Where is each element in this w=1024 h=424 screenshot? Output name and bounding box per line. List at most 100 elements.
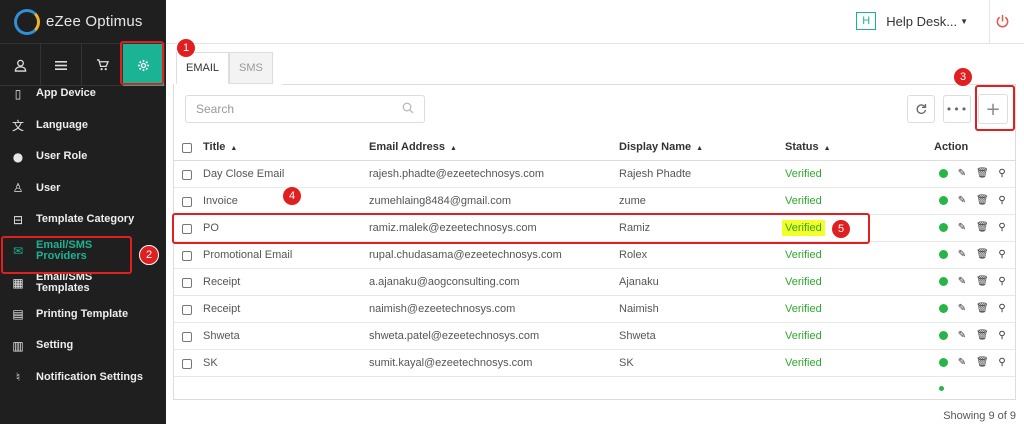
more-options-button[interactable]: •••: [943, 95, 971, 123]
annotation-box-3: [975, 85, 1015, 131]
bell-icon: ♮: [15, 370, 21, 385]
row-display-name: Shweta: [619, 330, 656, 342]
row-checkbox[interactable]: [182, 331, 192, 342]
table-row[interactable]: Receipt naimish@ezeetechnosys.com Naimish V…: [174, 296, 1015, 323]
topbar: H Help Desk... ▼: [166, 0, 1024, 44]
column-title[interactable]: Title ▲: [203, 141, 237, 153]
table-row[interactable]: Promotional Email rupal.chudasama@ezeetec…: [174, 242, 1015, 269]
search-icon[interactable]: [402, 102, 414, 117]
sidebar-item-label: Template Category: [36, 213, 135, 226]
link-icon[interactable]: ⚲: [996, 357, 1008, 368]
row-title: Receipt: [203, 303, 241, 315]
active-dot-icon[interactable]: [939, 304, 948, 313]
row-checkbox[interactable]: [182, 250, 192, 261]
link-icon[interactable]: ⚲: [996, 195, 1008, 206]
active-dot-icon[interactable]: [939, 196, 948, 205]
delete-trash-icon[interactable]: 🗑: [976, 195, 989, 206]
delete-trash-icon[interactable]: 🗑: [976, 303, 989, 314]
search-input[interactable]: [196, 102, 396, 116]
table-row[interactable]: Day Close Email rajesh.phadte@ezeetechnos…: [174, 161, 1015, 188]
active-dot-icon[interactable]: [939, 250, 948, 259]
providers-table: Title ▲ Email Address ▲ Display Name ▲ Stat…: [174, 134, 1015, 391]
edit-pencil-icon[interactable]: ✎: [956, 249, 968, 260]
active-dot-icon[interactable]: [939, 331, 948, 340]
link-icon[interactable]: ⚲: [996, 222, 1008, 233]
active-dot-icon[interactable]: [939, 169, 948, 178]
sort-up-icon: ▲: [450, 145, 457, 152]
row-actions: ✎ 🗑 ⚲: [939, 330, 1008, 341]
language-icon: 文: [11, 118, 24, 133]
active-dot-icon[interactable]: [939, 358, 948, 367]
user-icon: ♙: [12, 181, 24, 196]
delete-trash-icon[interactable]: 🗑: [976, 249, 989, 260]
device-icon: ▯: [14, 86, 22, 101]
sidebar-item-printing-template[interactable]: ▤ Printing Template: [0, 299, 166, 331]
sidebar-item-label: Notification Settings: [36, 370, 143, 383]
link-icon[interactable]: ⚲: [996, 330, 1008, 341]
sidebar-item-template-category[interactable]: ⊟ Template Category: [0, 204, 166, 236]
sidebar-item-language[interactable]: 文 Language: [0, 110, 166, 142]
status-badge: Verified: [785, 303, 822, 315]
delete-trash-icon[interactable]: 🗑: [976, 222, 989, 233]
sidebar-item-label: Language: [36, 118, 88, 131]
app-logo[interactable]: eZee Optimus: [0, 0, 166, 44]
delete-trash-icon[interactable]: 🗑: [976, 357, 989, 368]
table-row[interactable]: Receipt a.ajanaku@aogconsulting.com Ajanak…: [174, 269, 1015, 296]
sidebar-item-setting[interactable]: ▥ Setting: [0, 330, 166, 362]
edit-pencil-icon[interactable]: ✎: [956, 303, 968, 314]
sidebar-item-user[interactable]: ♙ User: [0, 173, 166, 205]
status-dot-icon: [939, 386, 944, 391]
row-actions: ✎ 🗑 ⚲: [939, 249, 1008, 260]
delete-trash-icon[interactable]: 🗑: [976, 330, 989, 341]
refresh-icon: [916, 104, 927, 114]
row-checkbox[interactable]: [182, 358, 192, 369]
link-icon[interactable]: ⚲: [996, 168, 1008, 179]
status-badge: Verified: [785, 249, 822, 261]
table-row[interactable]: Shweta shweta.patel@ezeetechnosys.com Shwe…: [174, 323, 1015, 350]
user-role-icon: ●: [12, 149, 24, 164]
link-icon[interactable]: ⚲: [996, 303, 1008, 314]
sidebar-item-notification-settings[interactable]: ♮ Notification Settings: [0, 362, 166, 394]
sidebar-item-user-role[interactable]: ● User Role: [0, 141, 166, 173]
more-icon: •••: [945, 102, 969, 116]
sidebar-item-label: Email/SMS Templates: [36, 270, 93, 294]
tab-sms[interactable]: SMS: [229, 52, 273, 84]
delete-trash-icon[interactable]: 🗑: [976, 276, 989, 287]
row-checkbox[interactable]: [182, 169, 192, 180]
edit-pencil-icon[interactable]: ✎: [956, 276, 968, 287]
link-icon[interactable]: ⚲: [996, 276, 1008, 287]
column-email[interactable]: Email Address ▲: [369, 141, 457, 153]
power-icon: [996, 14, 1008, 27]
column-status[interactable]: Status ▲: [785, 141, 831, 153]
refresh-button[interactable]: [907, 95, 935, 123]
row-actions: ✎ 🗑 ⚲: [939, 195, 1008, 206]
column-display-name[interactable]: Display Name ▲: [619, 141, 703, 153]
help-desk-dropdown[interactable]: H Help Desk... ▼: [856, 12, 968, 30]
row-checkbox[interactable]: [182, 304, 192, 315]
menu-icon: [55, 60, 67, 70]
row-checkbox[interactable]: [182, 277, 192, 288]
select-all-checkbox[interactable]: [182, 142, 192, 153]
active-dot-icon[interactable]: [939, 277, 948, 286]
delete-trash-icon[interactable]: 🗑: [976, 168, 989, 179]
table-row[interactable]: SK sumit.kayal@ezeetechnosys.com SK Verifie…: [174, 350, 1015, 377]
row-checkbox[interactable]: [182, 196, 192, 207]
active-dot-icon[interactable]: [939, 223, 948, 232]
annotation-box-1: [120, 41, 164, 85]
link-icon[interactable]: ⚲: [996, 249, 1008, 260]
sidebar-item-label: User: [36, 181, 61, 194]
cart-icon: [96, 59, 109, 71]
annotation-badge-1: 1: [176, 38, 196, 58]
annotation-badge-3: 3: [953, 67, 973, 87]
edit-pencil-icon[interactable]: ✎: [956, 195, 968, 206]
row-display-name: Ajanaku: [619, 276, 659, 288]
edit-pencil-icon[interactable]: ✎: [956, 330, 968, 341]
document-icon: ▤: [12, 307, 24, 322]
power-button[interactable]: [990, 9, 1014, 33]
edit-pencil-icon[interactable]: ✎: [956, 357, 968, 368]
pagination-summary: Showing 9 of 9: [943, 410, 1016, 422]
edit-pencil-icon[interactable]: ✎: [956, 168, 968, 179]
edit-pencil-icon[interactable]: ✎: [956, 222, 968, 233]
help-badge: H: [856, 12, 877, 30]
annotation-box-2: [1, 236, 132, 274]
